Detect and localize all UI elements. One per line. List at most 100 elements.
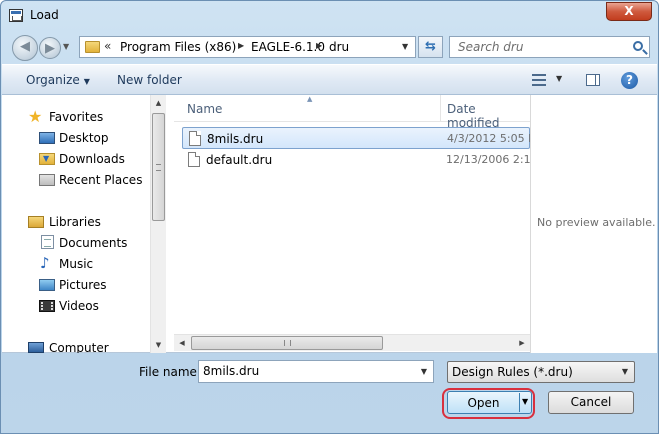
breadcrumb-eagle[interactable]: EAGLE-6.1.0 (251, 40, 325, 54)
chevron-down-icon: ▼ (83, 77, 90, 86)
preview-pane-icon[interactable] (586, 74, 600, 86)
organize-button[interactable]: Organize ▼ (26, 73, 90, 87)
downloads-icon (39, 153, 55, 165)
sidebar-item-favorites[interactable]: ★ Favorites (2, 107, 150, 127)
videos-icon (39, 300, 55, 312)
navigation-pane: ★ Favorites Desktop Downloads Recent Pla… (2, 95, 166, 353)
preview-pane: No preview available. (530, 95, 657, 353)
chevron-right-icon[interactable]: ▶ (238, 41, 244, 50)
column-date-modified[interactable]: Date modified (447, 102, 530, 130)
address-bar[interactable]: « Program Files (x86) ▶ EAGLE-6.1.0 ▶ dr… (79, 36, 416, 58)
sidebar-item-label: Pictures (59, 278, 107, 292)
file-row-default[interactable]: default.dru 12/13/2006 2:16 PM (182, 149, 530, 171)
preview-message: No preview available. (537, 216, 656, 229)
back-arrow-icon: ◀ (20, 39, 30, 54)
file-name: 8mils.dru (207, 132, 264, 146)
file-icon (189, 131, 201, 146)
column-divider[interactable] (440, 95, 441, 122)
sidebar-item-label: Music (59, 257, 94, 271)
cancel-button[interactable]: Cancel (548, 391, 634, 414)
search-input[interactable]: Search dru (449, 36, 650, 58)
window-title: Load (30, 8, 59, 22)
file-type-select[interactable]: Design Rules (*.dru) ▼ (447, 361, 635, 383)
organize-label: Organize (26, 73, 80, 87)
split-divider (519, 393, 520, 412)
file-date: 4/3/2012 5:05 PM (447, 132, 531, 145)
close-button[interactable]: X (606, 2, 652, 21)
breadcrumb-overflow[interactable]: « (104, 39, 111, 53)
sidebar-item-label: Recent Places (59, 173, 143, 187)
chevron-right-icon[interactable]: ▶ (316, 41, 322, 50)
app-icon (9, 9, 23, 22)
sidebar-item-desktop[interactable]: Desktop (2, 128, 150, 148)
view-options-icon[interactable] (532, 74, 546, 86)
sort-ascending-icon: ▲ (307, 95, 313, 103)
new-folder-button[interactable]: New folder (117, 73, 182, 87)
sidebar-item-documents[interactable]: Documents (2, 233, 150, 253)
scroll-up-icon[interactable]: ▲ (151, 95, 166, 111)
sidebar-item-label: Libraries (49, 215, 101, 229)
navigation-scrollbar[interactable]: ▲ ▼ (150, 95, 166, 353)
help-icon[interactable]: ? (621, 72, 638, 89)
file-name-value: 8mils.dru (203, 364, 260, 378)
recent-locations-dropdown-icon[interactable]: ▼ (63, 42, 69, 51)
sidebar-item-libraries[interactable]: Libraries (2, 212, 150, 232)
search-placeholder: Search dru (458, 40, 524, 54)
file-list: ▲ Name Date modified 8mils.dru 4/3/2012 … (174, 95, 531, 353)
sidebar-item-label: Computer (49, 341, 109, 353)
file-type-value: Design Rules (*.dru) (452, 365, 573, 379)
folder-icon (85, 41, 100, 53)
scrollbar-thumb[interactable] (191, 336, 383, 350)
browser-area: ★ Favorites Desktop Downloads Recent Pla… (2, 95, 657, 353)
refresh-button[interactable]: ⇆ (418, 36, 443, 58)
column-name[interactable]: Name (187, 102, 222, 116)
scroll-left-icon[interactable]: ◀ (174, 335, 190, 351)
breadcrumb-program-files[interactable]: Program Files (x86) (120, 40, 236, 54)
chevron-down-icon: ▼ (621, 367, 628, 376)
file-row-8mils[interactable]: 8mils.dru 4/3/2012 5:05 PM (182, 127, 531, 149)
refresh-icon: ⇆ (425, 39, 436, 54)
sidebar-item-videos[interactable]: Videos (2, 296, 150, 316)
file-list-scrollbar[interactable]: ◀ ▶ (174, 334, 530, 351)
file-name-label: File name: (139, 365, 201, 379)
forward-button[interactable]: ▶ (39, 37, 61, 59)
pictures-icon (39, 279, 55, 291)
libraries-icon (28, 216, 44, 228)
scroll-down-icon[interactable]: ▼ (151, 337, 166, 353)
open-options-dropdown-icon[interactable]: ▼ (522, 397, 528, 406)
file-icon (188, 152, 200, 167)
star-icon: ★ (28, 107, 43, 126)
sidebar-item-recent-places[interactable]: Recent Places (2, 170, 150, 190)
sidebar-item-downloads[interactable]: Downloads (2, 149, 150, 169)
file-name-input[interactable]: 8mils.dru ▼ (198, 360, 434, 383)
chevron-down-icon[interactable]: ▼ (421, 367, 427, 376)
file-date: 12/13/2006 2:16 PM (446, 153, 530, 166)
sidebar-item-label: Documents (59, 236, 128, 250)
title-bar[interactable]: Load X (1, 1, 658, 31)
open-button[interactable]: Open ▼ (447, 391, 532, 414)
music-icon: ♪ (40, 254, 50, 272)
scrollbar-thumb[interactable] (152, 113, 165, 221)
sidebar-item-label: Downloads (59, 152, 125, 166)
sidebar-item-pictures[interactable]: Pictures (2, 275, 150, 295)
sidebar-item-label: Videos (59, 299, 99, 313)
desktop-icon (39, 132, 55, 144)
forward-arrow-icon: ▶ (45, 41, 55, 56)
file-name: default.dru (206, 153, 273, 167)
sidebar-item-music[interactable]: ♪ Music (2, 254, 150, 274)
address-dropdown-icon[interactable]: ▼ (402, 42, 408, 51)
open-label: Open (467, 396, 500, 410)
scroll-right-icon[interactable]: ▶ (514, 335, 530, 351)
search-icon[interactable] (633, 41, 643, 51)
sidebar-item-computer[interactable]: Computer (2, 338, 150, 353)
documents-icon (41, 235, 54, 249)
column-header: ▲ Name Date modified (174, 95, 530, 130)
sidebar-item-label: Desktop (59, 131, 109, 145)
computer-icon (28, 342, 44, 353)
recent-places-icon (39, 174, 55, 186)
command-bar: Organize ▼ New folder ▼ ? (2, 64, 657, 95)
view-dropdown-icon[interactable]: ▼ (556, 74, 562, 83)
back-button[interactable]: ◀ (12, 35, 38, 61)
breadcrumb-dru[interactable]: dru (329, 40, 349, 54)
sidebar-item-label: Favorites (49, 110, 104, 124)
